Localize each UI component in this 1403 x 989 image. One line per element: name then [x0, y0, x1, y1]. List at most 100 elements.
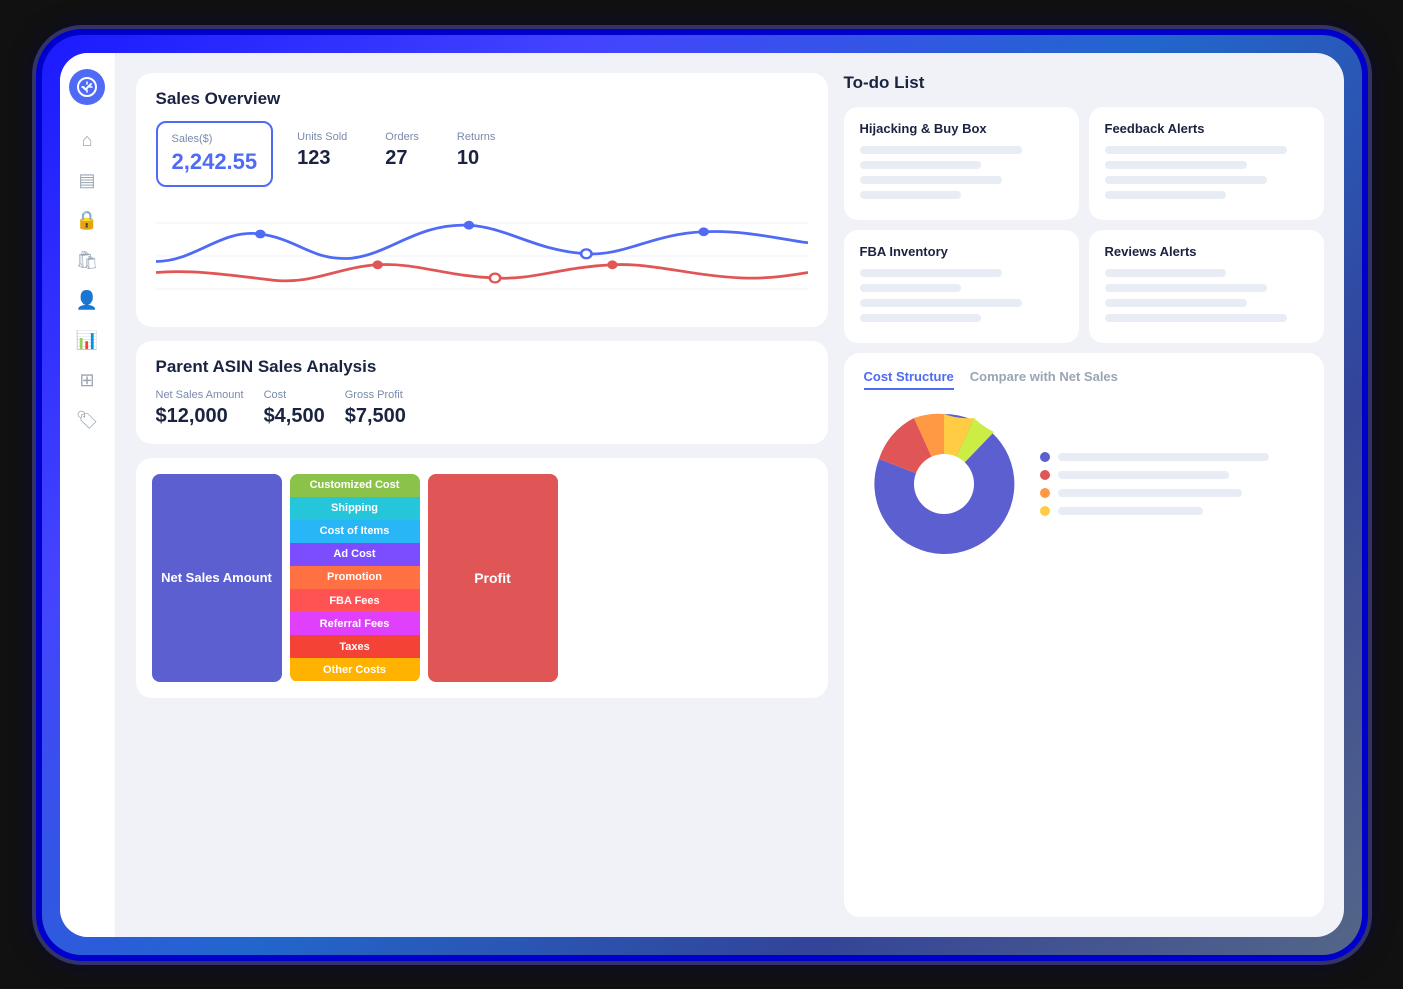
todo-grid: Hijacking & Buy Box Feedback Alerts: [844, 107, 1324, 343]
cost-structure-content: [864, 404, 1304, 564]
skeleton: [860, 161, 982, 169]
todo-card-fba: FBA Inventory: [844, 230, 1079, 343]
returns-metric-card: Returns 10: [443, 121, 510, 187]
units-label: Units Sold: [297, 131, 347, 143]
legend-skeleton-3: [1058, 489, 1243, 497]
sidebar: ⌂ ▤ 🔒 🛍 👤 📊 ⊞ 🏷: [60, 53, 116, 937]
sales-overview-card: Sales Overview Sales($) 2,242.55 Units S…: [136, 73, 828, 327]
person-nav-icon[interactable]: 👤: [71, 285, 103, 317]
legend-item-1: [1040, 452, 1304, 462]
segment-referral-fees: Referral Fees: [290, 612, 420, 635]
legend-item-4: [1040, 506, 1304, 516]
left-panel: Sales Overview Sales($) 2,242.55 Units S…: [136, 73, 828, 917]
parent-asin-title: Parent ASIN Sales Analysis: [156, 357, 808, 377]
gross-profit-value: $7,500: [345, 405, 406, 428]
segment-taxes: Taxes: [290, 635, 420, 658]
inbox-nav-icon[interactable]: ▤: [71, 165, 103, 197]
stacked-bar-chart-card: Net Sales Amount Customized Cost Shippin…: [136, 458, 828, 698]
cost-structure-legend: [1040, 452, 1304, 516]
cost-structure-tab[interactable]: Cost Structure: [864, 369, 954, 390]
orders-label: Orders: [385, 131, 419, 143]
chart-nav-icon[interactable]: 📊: [71, 325, 103, 357]
skeleton: [1105, 269, 1227, 277]
todo-card-reviews: Reviews Alerts: [1089, 230, 1324, 343]
profit-bar: Profit: [428, 474, 558, 682]
todo-feedback-title: Feedback Alerts: [1105, 121, 1308, 136]
sales-overview-title: Sales Overview: [156, 89, 808, 109]
legend-dot-1: [1040, 452, 1050, 462]
lock-nav-icon[interactable]: 🔒: [71, 205, 103, 237]
segment-cost-of-items: Cost of Items: [290, 520, 420, 543]
metrics-row: Sales($) 2,242.55 Units Sold 123 Orders: [156, 121, 808, 187]
cost-metric: Cost $4,500: [264, 389, 325, 428]
gross-profit-metric: Gross Profit $7,500: [345, 389, 406, 428]
legend-item-2: [1040, 470, 1304, 480]
profit-bar-label: Profit: [474, 570, 511, 586]
cost-structure-card: Cost Structure Compare with Net Sales: [844, 353, 1324, 917]
units-value: 123: [297, 147, 347, 170]
net-sales-bar: Net Sales Amount: [152, 474, 282, 682]
cost-label: Cost: [264, 389, 325, 401]
skeleton: [1105, 314, 1288, 322]
segment-ad-cost: Ad Cost: [290, 543, 420, 566]
skeleton: [860, 314, 982, 322]
units-metric-card: Units Sold 123: [283, 121, 361, 187]
legend-skeleton-4: [1058, 507, 1203, 515]
sales-label: Sales($): [172, 133, 258, 145]
tag-nav-icon[interactable]: 🏷: [71, 405, 103, 437]
home-nav-icon[interactable]: ⌂: [71, 125, 103, 157]
skeleton: [1105, 299, 1247, 307]
cost-structure-tabs: Cost Structure Compare with Net Sales: [864, 369, 1304, 390]
net-sales-value: $12,000: [156, 405, 244, 428]
outer-frame: ⌂ ▤ 🔒 🛍 👤 📊 ⊞ 🏷 Sales Overview: [42, 35, 1362, 955]
skeleton: [860, 176, 1002, 184]
todo-reviews-title: Reviews Alerts: [1105, 244, 1308, 259]
todo-title: To-do List: [844, 73, 1324, 93]
parent-asin-card: Parent ASIN Sales Analysis Net Sales Amo…: [136, 341, 828, 444]
sidebar-logo[interactable]: [69, 69, 105, 105]
skeleton: [860, 191, 962, 199]
right-panel: To-do List Hijacking & Buy Box Feed: [844, 73, 1324, 917]
skeleton: [1105, 191, 1227, 199]
legend-dot-4: [1040, 506, 1050, 516]
legend-item-3: [1040, 488, 1304, 498]
orders-metric-card: Orders 27: [371, 121, 433, 187]
bag-nav-icon[interactable]: 🛍: [71, 245, 103, 277]
legend-skeleton-1: [1058, 453, 1269, 461]
legend-dot-3: [1040, 488, 1050, 498]
todo-card-hijacking: Hijacking & Buy Box: [844, 107, 1079, 220]
sales-value: 2,242.55: [172, 149, 258, 175]
skeleton: [1105, 176, 1267, 184]
skeleton: [860, 284, 962, 292]
sales-metric-card: Sales($) 2,242.55: [156, 121, 274, 187]
net-sales-metric: Net Sales Amount $12,000: [156, 389, 244, 428]
skeleton: [1105, 284, 1267, 292]
main-content: Sales Overview Sales($) 2,242.55 Units S…: [116, 53, 1344, 937]
segment-shipping: Shipping: [290, 497, 420, 520]
grid-nav-icon[interactable]: ⊞: [71, 365, 103, 397]
asin-metrics-row: Net Sales Amount $12,000 Cost $4,500 Gro…: [156, 389, 808, 428]
net-sales-label: Net Sales Amount: [156, 389, 244, 401]
skeleton: [860, 269, 1002, 277]
skeleton: [1105, 146, 1288, 154]
segment-customized-cost: Customized Cost: [290, 474, 420, 497]
top-section: Sales Overview Sales($) 2,242.55 Units S…: [136, 73, 1324, 917]
segment-promotion: Promotion: [290, 566, 420, 589]
todo-card-feedback: Feedback Alerts: [1089, 107, 1324, 220]
legend-skeleton-2: [1058, 471, 1230, 479]
returns-label: Returns: [457, 131, 496, 143]
legend-dot-2: [1040, 470, 1050, 480]
returns-value: 10: [457, 147, 496, 170]
inner-frame: ⌂ ▤ 🔒 🛍 👤 📊 ⊞ 🏷 Sales Overview: [60, 53, 1344, 937]
segment-fba-fees: FBA Fees: [290, 589, 420, 612]
todo-hijacking-title: Hijacking & Buy Box: [860, 121, 1063, 136]
segment-other-costs: Other Costs: [290, 658, 420, 681]
skeleton: [860, 299, 1022, 307]
sales-line-chart: [156, 201, 808, 311]
todo-fba-title: FBA Inventory: [860, 244, 1063, 259]
compare-net-sales-tab[interactable]: Compare with Net Sales: [970, 369, 1118, 390]
orders-value: 27: [385, 147, 419, 170]
cost-value: $4,500: [264, 405, 325, 428]
skeleton: [1105, 161, 1247, 169]
gross-profit-label: Gross Profit: [345, 389, 406, 401]
